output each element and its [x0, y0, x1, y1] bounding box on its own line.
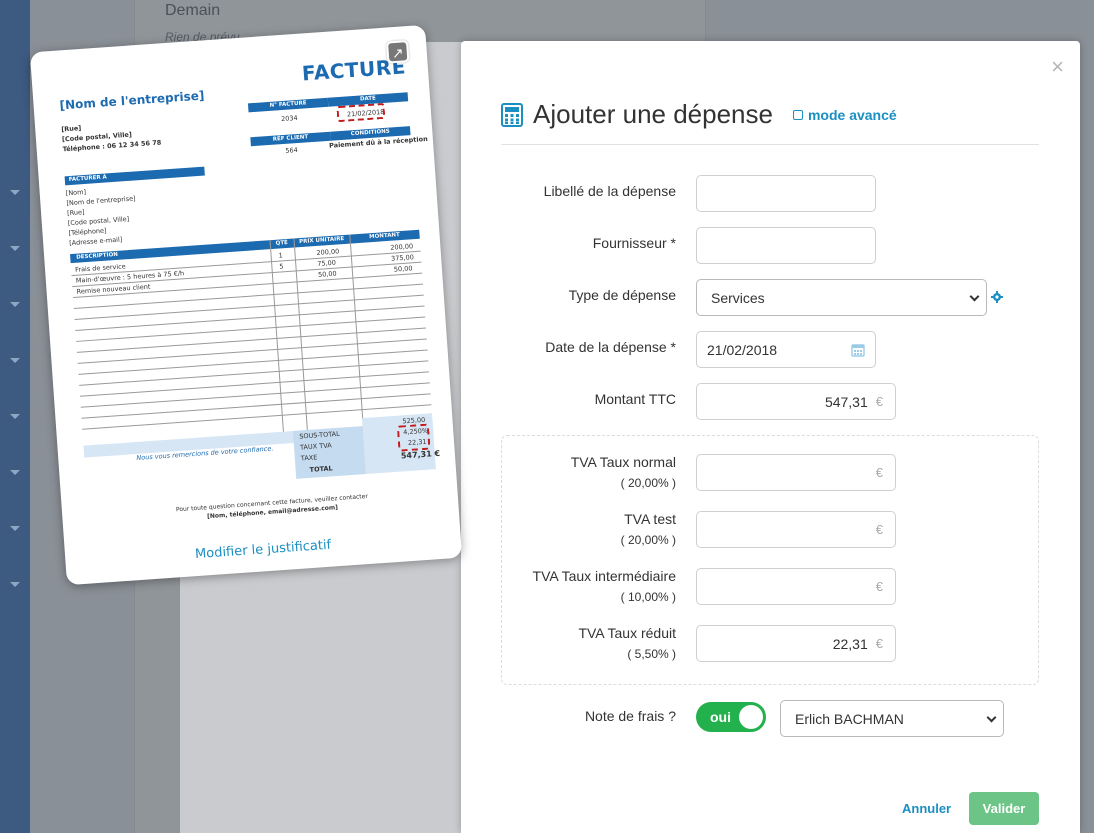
chevron-down-icon[interactable] — [10, 526, 20, 531]
calendar-icon[interactable] — [851, 343, 865, 357]
chevron-down-icon — [969, 291, 980, 302]
invoice-number-header: N° FACTURE — [247, 97, 329, 113]
tva-rate: ( 20,00% ) — [620, 533, 676, 547]
chevron-down-icon[interactable] — [10, 302, 20, 307]
expand-icon[interactable]: ↗ — [385, 40, 410, 64]
chevron-down-icon[interactable] — [10, 190, 20, 195]
tva-test-input[interactable]: € — [696, 511, 896, 548]
date-label: Date de la dépense * — [545, 339, 676, 355]
calculator-icon — [501, 102, 523, 127]
close-button[interactable]: × — [1051, 56, 1064, 78]
currency-euro: € — [875, 636, 883, 651]
tva-rate: ( 20,00% ) — [620, 476, 676, 490]
tva-label: TVA Taux normal — [570, 454, 676, 470]
type-value: Services — [711, 289, 765, 306]
tva-rate: ( 10,00% ) — [620, 590, 676, 604]
advanced-mode-label: mode avancé — [807, 106, 897, 123]
date-value: 21/02/2018 — [707, 341, 778, 358]
cancel-button[interactable]: Annuler — [902, 801, 951, 816]
client-ref: 564 — [285, 146, 299, 155]
client-ref-header: RÉF CLIENT — [250, 131, 331, 147]
currency-euro: € — [875, 579, 883, 594]
bill-to-header: FACTURER À — [64, 166, 205, 186]
table-rule — [76, 316, 426, 342]
column-header: QTÉ — [269, 238, 295, 250]
row-qty: 1 — [278, 251, 284, 260]
table-rule — [80, 382, 430, 408]
tva-intermediaire-input[interactable]: € — [696, 568, 896, 605]
chevron-down-icon[interactable] — [10, 358, 20, 363]
advanced-mode-toggle[interactable]: mode avancé — [792, 106, 897, 123]
table-rule — [79, 360, 429, 386]
montant-label: Montant TTC — [594, 391, 676, 407]
highlight-mark — [336, 102, 386, 123]
row-qty: 5 — [279, 262, 284, 271]
tva-reduit-input[interactable]: 22,31 € — [696, 625, 896, 662]
left-rail — [0, 0, 30, 833]
tva-label: TVA Taux réduit — [578, 625, 676, 641]
chevron-down-icon[interactable] — [10, 246, 20, 251]
total-label: TOTAL — [309, 464, 333, 474]
table-rule — [75, 305, 425, 331]
add-expense-modal: × Ajouter une dépense mode avancé Libell… — [461, 41, 1080, 833]
chevron-down-icon — [986, 712, 997, 723]
invoice-preview-card[interactable]: FACTURE ↗ [Nom de l'entreprise] [Rue] [C… — [29, 24, 463, 586]
column-header: PRIX UNITAIRE — [293, 234, 350, 248]
table-rule — [79, 371, 430, 397]
tva-label: TVA Taux intermédiaire — [532, 568, 676, 584]
currency-euro: € — [875, 465, 883, 480]
currency-euro: € — [875, 394, 883, 409]
type-select[interactable]: Services — [696, 279, 987, 316]
libelle-label: Libellé de la dépense — [543, 183, 676, 199]
modal-header: Ajouter une dépense mode avancé — [501, 99, 897, 130]
toggle-label: oui — [710, 709, 731, 725]
chevron-down-icon[interactable] — [10, 582, 20, 587]
highlight-mark — [396, 423, 431, 452]
note-frais-label: Note de frais ? — [584, 708, 676, 724]
fournisseur-input[interactable] — [696, 227, 876, 264]
table-rule — [77, 338, 427, 364]
montant-input[interactable]: 547,31 € — [696, 383, 896, 420]
validate-button[interactable]: Valider — [969, 792, 1039, 825]
person-value: Erlich BACHMAN — [795, 710, 904, 727]
currency-euro: € — [875, 522, 883, 537]
modal-title: Ajouter une dépense — [533, 99, 773, 129]
tva-label: TVA test — [624, 511, 676, 527]
chevron-down-icon[interactable] — [10, 414, 20, 419]
total-label: TAXE — [300, 453, 318, 463]
date-input[interactable]: 21/02/2018 — [696, 331, 876, 368]
gear-icon[interactable] — [991, 291, 1003, 303]
chevron-down-icon[interactable] — [10, 470, 20, 475]
table-rule — [81, 393, 431, 419]
invoice-company: [Nom de l'entreprise] — [59, 88, 205, 113]
tva-rate: ( 5,50% ) — [627, 647, 676, 661]
table-rule — [76, 327, 427, 353]
libelle-input[interactable] — [696, 175, 876, 212]
background-day-title: Demain — [165, 2, 221, 19]
tva-normal-input[interactable]: € — [696, 454, 896, 491]
table-rule — [78, 349, 428, 375]
invoice-number: 2034 — [280, 113, 298, 124]
header-divider — [501, 144, 1039, 145]
tva-value: 22,31 — [832, 635, 868, 652]
toggle-knob — [739, 705, 763, 729]
montant-value: 547,31 — [824, 393, 868, 410]
fournisseur-label: Fournisseur * — [592, 235, 676, 251]
note-frais-toggle[interactable]: oui — [696, 702, 766, 732]
checkbox-icon[interactable] — [792, 109, 803, 120]
type-label: Type de dépense — [568, 287, 676, 303]
table-rule — [74, 294, 424, 320]
person-select[interactable]: Erlich BACHMAN — [780, 700, 1004, 737]
